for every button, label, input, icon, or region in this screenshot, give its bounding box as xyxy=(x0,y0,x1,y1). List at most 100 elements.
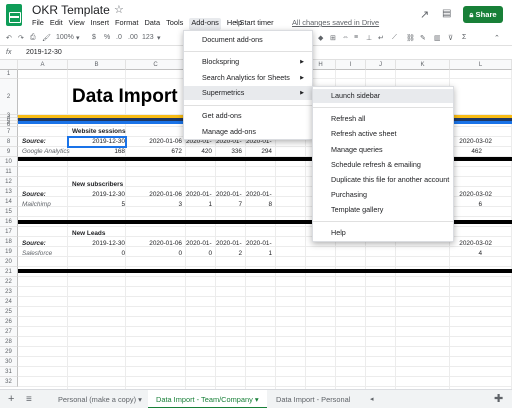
formula-input[interactable]: 2019-12-30 xyxy=(26,49,62,56)
row-header-27[interactable]: 27 xyxy=(0,327,18,337)
row-header-32[interactable]: 32 xyxy=(0,377,18,387)
row-header-8[interactable]: 8 xyxy=(0,137,18,147)
row-header-26[interactable]: 26 xyxy=(0,317,18,327)
filter-icon[interactable]: ⊽ xyxy=(448,34,453,42)
column-header-a[interactable]: A xyxy=(18,60,68,70)
collapse-toolbar-icon[interactable]: ⌃ xyxy=(494,34,500,42)
comments-icon[interactable]: ▤ xyxy=(442,8,451,19)
value-cell[interactable]: 6 xyxy=(452,200,482,210)
increase-decimal-button[interactable]: .00 xyxy=(128,34,138,41)
saved-status-link[interactable]: All changes saved in Drive xyxy=(292,18,379,27)
row-header-20[interactable]: 20 xyxy=(0,257,18,267)
tab-dropdown-icon[interactable]: ▾ xyxy=(255,395,259,404)
row-header-18[interactable]: 18 xyxy=(0,237,18,247)
date-cell[interactable]: 2020-01-13 xyxy=(186,239,212,249)
redo-icon[interactable]: ↷ xyxy=(18,34,24,42)
date-cell[interactable]: 2020-01-06 xyxy=(128,239,182,249)
merge-cells-icon[interactable]: ⇔ xyxy=(342,34,349,41)
paint-format-icon[interactable]: 🖌︎ xyxy=(42,34,51,42)
row-header-19[interactable]: 19 xyxy=(0,247,18,257)
functions-icon[interactable]: Σ xyxy=(462,34,466,41)
tab-personal-make-a-copy[interactable]: Personal (make a copy) ▾ xyxy=(50,390,150,408)
rotate-text-icon[interactable]: ⟋ xyxy=(392,34,397,42)
date-cell[interactable]: 2020-03-02 xyxy=(452,239,492,249)
row-header-2[interactable]: 2 xyxy=(0,79,18,115)
select-all-corner[interactable] xyxy=(0,60,18,70)
menu-item-supermetrics[interactable]: Supermetrics ▶ xyxy=(184,86,312,100)
more-formats-dropdown-icon[interactable]: ▾ xyxy=(157,34,161,42)
value-cell[interactable]: 0 xyxy=(128,249,182,259)
valign-icon[interactable]: ⊥ xyxy=(366,34,372,42)
row-header-16[interactable]: 16 xyxy=(0,217,18,227)
row-header-31[interactable]: 31 xyxy=(0,367,18,377)
menu-item-template-gallery[interactable]: Template gallery xyxy=(313,203,453,217)
menu-item-search-analytics[interactable]: Search Analytics for Sheets ▶ xyxy=(184,71,312,85)
undo-icon[interactable]: ↶ xyxy=(6,34,12,42)
value-cell[interactable]: 672 xyxy=(128,147,182,157)
row-header-23[interactable]: 23 xyxy=(0,287,18,297)
row-header-24[interactable]: 24 xyxy=(0,297,18,307)
value-cell[interactable]: 294 xyxy=(246,147,272,157)
date-cell[interactable]: 2020-01-13 xyxy=(186,190,212,200)
more-formats-button[interactable]: 123 xyxy=(142,34,154,41)
value-cell[interactable]: 7 xyxy=(216,200,242,210)
row-header-21[interactable]: 21 xyxy=(0,267,18,277)
menu-item-refresh-active-sheet[interactable]: Refresh active sheet xyxy=(313,127,453,141)
menu-item-get-addons[interactable]: Get add-ons xyxy=(184,109,312,123)
menu-data[interactable]: Data xyxy=(144,18,160,30)
explore-icon[interactable]: ✚ xyxy=(494,390,503,408)
row-header-12[interactable]: 12 xyxy=(0,177,18,187)
zoom-dropdown-icon[interactable]: ▾ xyxy=(76,34,80,42)
date-cell[interactable]: 2020-03-02 xyxy=(452,190,492,200)
value-cell[interactable]: 0 xyxy=(70,249,125,259)
row-header-17[interactable]: 17 xyxy=(0,227,18,237)
row-header-10[interactable]: 10 xyxy=(0,157,18,167)
menu-file[interactable]: File xyxy=(32,18,44,30)
row-header-30[interactable]: 30 xyxy=(0,357,18,367)
value-cell[interactable]: 0 xyxy=(186,249,212,259)
row-header-1[interactable]: 1 xyxy=(0,70,18,79)
chart-icon[interactable]: ▥ xyxy=(434,34,441,42)
value-cell[interactable]: 2 xyxy=(216,249,242,259)
tab-dropdown-icon[interactable]: ▾ xyxy=(138,395,142,404)
menu-item-duplicate-file[interactable]: Duplicate this file for another account xyxy=(313,173,453,187)
menu-edit[interactable]: Edit xyxy=(50,18,63,30)
date-cell[interactable]: 2020-03-02 xyxy=(452,137,492,147)
column-header-i[interactable]: I xyxy=(336,60,366,70)
row-header-29[interactable]: 29 xyxy=(0,347,18,357)
row-header-11[interactable]: 11 xyxy=(0,167,18,177)
menu-item-schedule-refresh[interactable]: Schedule refresh & emailing xyxy=(313,158,453,172)
date-cell[interactable]: 2020-01-20 xyxy=(216,190,242,200)
value-cell[interactable]: 168 xyxy=(70,147,125,157)
date-cell[interactable]: 2020-01-27 xyxy=(246,190,272,200)
borders-icon[interactable]: ⊞ xyxy=(330,34,336,42)
menu-item-purchasing[interactable]: Purchasing xyxy=(313,188,453,202)
decrease-decimal-button[interactable]: .0 xyxy=(116,34,122,41)
menu-item-launch-sidebar[interactable]: Launch sidebar xyxy=(313,89,453,103)
fill-color-icon[interactable]: ◆ xyxy=(318,34,323,42)
print-icon[interactable]: ⎙ xyxy=(30,34,36,42)
scroll-left-icon[interactable]: ◂ xyxy=(370,390,374,408)
date-cell[interactable]: 2019-12-30 xyxy=(70,190,125,200)
activity-dashboard-icon[interactable]: ↗ xyxy=(420,8,429,21)
date-cell[interactable]: 2020-01-06 xyxy=(128,190,182,200)
zoom-select[interactable]: 100% xyxy=(56,34,74,41)
row-header-13[interactable]: 13 xyxy=(0,187,18,197)
value-cell[interactable]: 8 xyxy=(246,200,272,210)
tab-data-import-team-company[interactable]: Data Import - Team/Company ▾ xyxy=(148,390,267,408)
menu-view[interactable]: View xyxy=(69,18,85,30)
row-header-7[interactable]: 7 xyxy=(0,127,18,137)
row-header-15[interactable]: 15 xyxy=(0,207,18,217)
share-button[interactable]: 🔒︎ Share xyxy=(463,6,503,23)
date-cell[interactable]: 2020-01-06 xyxy=(128,137,182,147)
start-timer-button[interactable]: ◔ Start timer xyxy=(233,18,274,27)
value-cell[interactable]: 5 xyxy=(70,200,125,210)
column-header-k[interactable]: K xyxy=(396,60,450,70)
row-header-9[interactable]: 9 xyxy=(0,147,18,157)
value-cell[interactable]: 420 xyxy=(186,147,212,157)
value-cell[interactable]: 1 xyxy=(186,200,212,210)
currency-format-button[interactable]: $ xyxy=(92,34,96,41)
document-title[interactable]: OKR Template xyxy=(32,3,110,17)
column-header-l[interactable]: L xyxy=(450,60,512,70)
value-cell[interactable]: 3 xyxy=(128,200,182,210)
